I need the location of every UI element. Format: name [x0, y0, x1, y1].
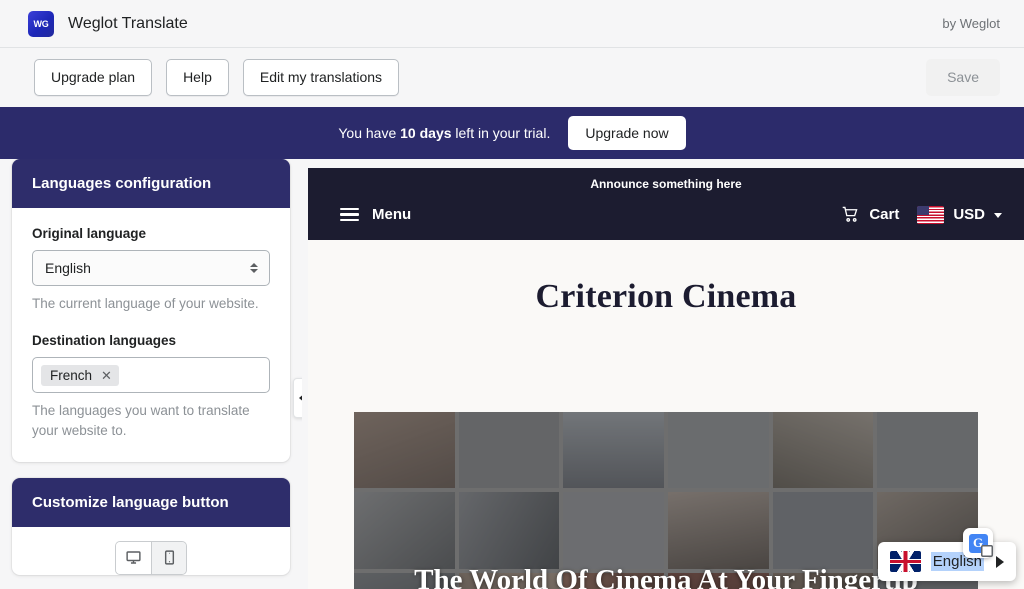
- hero-tile: [772, 492, 874, 569]
- desktop-icon[interactable]: [116, 541, 151, 574]
- hero-tile: [877, 412, 978, 489]
- trial-banner: You have 10 days left in your trial. Upg…: [0, 107, 1024, 159]
- hero-tile: [354, 492, 455, 569]
- close-icon[interactable]: ✕: [101, 369, 112, 382]
- destination-languages-input[interactable]: French ✕: [32, 357, 270, 394]
- upgrade-now-button[interactable]: Upgrade now: [568, 116, 686, 150]
- hero-tile: [354, 412, 455, 489]
- original-language-select[interactable]: English: [32, 250, 270, 286]
- flag-uk-icon: [889, 551, 921, 572]
- destination-languages-label: Destination languages: [32, 333, 177, 349]
- currency-label: USD: [953, 206, 985, 223]
- original-language-label: Original language: [32, 226, 147, 241]
- site-nav: Menu Cart USD: [308, 199, 1024, 240]
- save-button[interactable]: Save: [926, 59, 1000, 96]
- language-switcher-widget[interactable]: English: [877, 542, 1016, 581]
- hero-tile: [563, 412, 664, 489]
- customize-language-button-card: Customize language button: [12, 477, 290, 575]
- original-language-value: English: [45, 260, 91, 276]
- chevron-right-icon: [996, 555, 1004, 568]
- hero-tile: [772, 412, 874, 489]
- google-translate-glyph: G: [968, 533, 993, 557]
- languages-configuration-card: Languages configuration Original languag…: [12, 159, 290, 462]
- language-tag-label: French: [50, 367, 93, 383]
- app-topbar: WG Weglot Translate by Weglot: [0, 0, 1024, 48]
- menu-button[interactable]: Menu: [340, 206, 411, 223]
- destination-languages-helper: The languages you want to translate your…: [32, 403, 250, 438]
- site-title: Criterion Cinema: [535, 278, 797, 315]
- site-preview-frame: Announce something here Menu Cart USD Cr…: [308, 168, 1024, 589]
- body-split: Languages configuration Original languag…: [0, 159, 1024, 589]
- menu-label: Menu: [372, 206, 412, 223]
- help-button[interactable]: Help: [166, 59, 229, 96]
- languages-card-body: Original language English The current la…: [12, 208, 290, 462]
- customize-card-header: Customize language button: [12, 477, 290, 527]
- site-header: Announce something here Menu Cart USD: [308, 168, 1024, 240]
- nav-right: Cart USD: [841, 205, 1002, 224]
- google-translate-icon[interactable]: G: [963, 528, 993, 558]
- announcement-bar: Announce something here: [590, 177, 742, 191]
- chevron-updown-icon: [250, 263, 258, 273]
- hero-tile: [458, 412, 560, 489]
- page-title: Weglot Translate: [68, 14, 188, 32]
- upgrade-plan-button[interactable]: Upgrade plan: [34, 59, 153, 96]
- device-toggle[interactable]: [115, 540, 187, 575]
- chevron-down-icon: [994, 213, 1002, 218]
- device-toggle-row: [12, 527, 290, 575]
- weglot-logo-text: WG: [33, 18, 49, 29]
- settings-pane: Languages configuration Original languag…: [0, 159, 302, 589]
- weglot-translate-app: WG Weglot Translate by Weglot Upgrade pl…: [0, 0, 1024, 589]
- flag-us-icon: [917, 205, 945, 224]
- chevron-left-icon: [299, 393, 302, 403]
- original-language-helper: The current language of your website.: [32, 296, 259, 311]
- languages-card-header: Languages configuration: [12, 159, 290, 208]
- hamburger-icon: [340, 207, 359, 222]
- shopping-cart-icon: [843, 206, 858, 222]
- trial-prefix: You have: [338, 125, 401, 141]
- weglot-logo-icon: WG: [28, 10, 54, 37]
- hero-tile: [563, 492, 664, 569]
- language-tag-french[interactable]: French ✕: [41, 364, 119, 386]
- trial-days: 10 days: [400, 125, 452, 141]
- action-bar: Upgrade plan Help Edit my translations S…: [0, 48, 1024, 107]
- trial-message: You have 10 days left in your trial.: [338, 125, 550, 141]
- preview-pane: Announce something here Menu Cart USD Cr…: [302, 159, 1024, 589]
- hero-tile: [667, 412, 769, 489]
- edit-my-translations-button[interactable]: Edit my translations: [242, 59, 400, 96]
- hero-tile: [667, 492, 769, 569]
- hero-tile: [458, 492, 560, 569]
- currency-selector[interactable]: USD: [917, 205, 1002, 224]
- mobile-icon[interactable]: [151, 541, 186, 574]
- collapse-panel-handle[interactable]: [293, 378, 302, 418]
- cart-button[interactable]: Cart: [841, 205, 899, 224]
- by-weglot-label: by Weglot: [942, 16, 1000, 31]
- cart-label: Cart: [869, 206, 900, 223]
- trial-suffix: left in your trial.: [451, 125, 551, 141]
